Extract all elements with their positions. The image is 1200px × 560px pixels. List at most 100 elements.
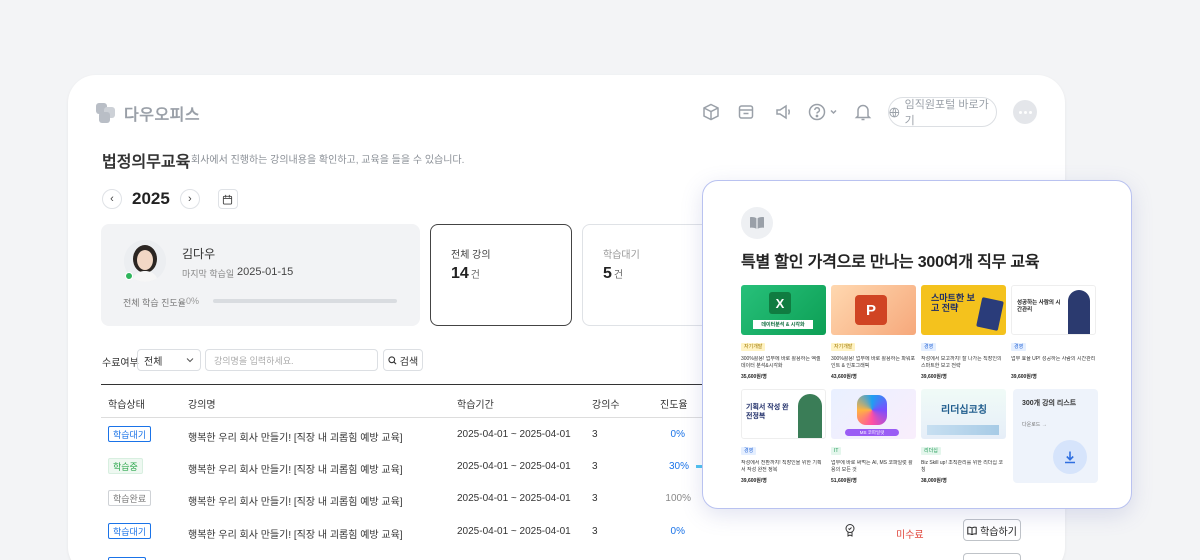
stat-total-card[interactable]: 전체 강의 14 건	[430, 224, 572, 326]
course-price: 39,600원/명	[1011, 374, 1037, 380]
course-title: 작성에서 보고까지! 잘 나가는 직장인의 스마트한 보고 전략	[921, 356, 1002, 369]
page-title: 법정의무교육	[102, 154, 191, 171]
course-search-input[interactable]: 강의명을 입력하세요.	[205, 349, 378, 371]
cube-icon[interactable]	[700, 101, 722, 123]
course-title: 업무에 바로 써먹는 AI, MS 코파일럿 활용의 모든 것	[831, 460, 913, 473]
course-thumbnail: 리더십코칭	[921, 389, 1006, 439]
course-progress: 0%	[670, 526, 685, 537]
logo-text: 다우오피스	[124, 107, 201, 124]
stat-waiting-card[interactable]: 학습대기 5건	[582, 224, 712, 326]
table-row[interactable]	[101, 550, 1021, 560]
col-title: 강의명	[188, 400, 216, 411]
more-menu-button[interactable]	[1013, 100, 1037, 124]
certificate-icon[interactable]	[844, 523, 856, 537]
filter-label: 수료여부	[102, 358, 139, 369]
next-year-button[interactable]: ›	[179, 189, 200, 209]
course-tag: 자기개발	[741, 343, 766, 351]
megaphone-icon[interactable]	[772, 101, 794, 123]
stat-value: 5건	[603, 265, 624, 282]
course-card[interactable]: P 자기개발 300%활용! 업무에 바로 활용하는 파워포인트 & 인포그래픽…	[831, 285, 916, 380]
course-title: 업무 효율 UP! 성공하는 사람의 시간관리	[1011, 356, 1096, 362]
download-link[interactable]: 다운로드 →	[1022, 421, 1047, 428]
course-price: 43,600원/명	[831, 374, 857, 380]
year-label: 2025	[132, 189, 170, 208]
course-price: 51,600원/명	[831, 478, 857, 484]
bell-icon[interactable]	[852, 101, 874, 123]
course-thumbnail: X 데이터분석 & 시각화	[741, 285, 826, 335]
course-count: 3	[592, 526, 598, 537]
thumb-caption: 스마트한 보고 전략	[931, 293, 975, 313]
start-learning-label: 학습하기	[980, 526, 1017, 538]
thumb-caption: MS 코파일럿	[845, 429, 899, 436]
prev-year-button[interactable]: ‹	[102, 189, 122, 209]
status-badge: 학습완료	[108, 490, 152, 506]
course-card[interactable]: 스마트한 보고 전략 경영 작성에서 보고까지! 잘 나가는 직장인의 스마트한…	[921, 285, 1006, 380]
course-thumbnail: P	[831, 285, 916, 335]
portal-button-label: 임직원포털 바로가기	[904, 99, 989, 127]
course-period: 2025-04-01 ~ 2025-04-01	[457, 461, 571, 472]
course-title: 300%활용! 업무에 바로 활용하는 엑셀 데이터 분석&시각화	[741, 356, 821, 369]
search-button-label: 검색	[399, 356, 419, 368]
last-study-label: 마지막 학습일	[182, 269, 235, 279]
course-price: 39,600원/명	[741, 478, 767, 484]
col-period: 학습기간	[457, 400, 494, 411]
help-icon[interactable]	[808, 101, 838, 123]
progress-bar	[213, 299, 397, 303]
start-learning-button[interactable]	[963, 553, 1021, 560]
stat-label: 학습대기	[603, 250, 640, 261]
course-card[interactable]: MS 코파일럿 IT 업무에 바로 써먹는 AI, MS 코파일럿 활용의 모든…	[831, 389, 916, 484]
download-icon[interactable]	[1053, 440, 1087, 474]
store-icon[interactable]	[735, 101, 757, 123]
powerpoint-icon: P	[855, 295, 887, 325]
course-tag: 리더십	[921, 447, 941, 455]
course-card[interactable]: X 데이터분석 & 시각화 자기개발 300%활용! 업무에 바로 활용하는 엑…	[741, 285, 826, 380]
course-card[interactable]: 기획서 작성 완전정복 경영 작성에서 전환까지! 직장인을 위한 기획서 작성…	[741, 389, 826, 484]
course-list-download-card[interactable]: 300개 강의 리스트 다운로드 →	[1013, 389, 1098, 483]
course-period: 2025-04-01 ~ 2025-04-01	[457, 493, 571, 504]
course-tag: 자기개발	[831, 343, 856, 351]
col-progress: 진도율	[660, 400, 688, 411]
start-learning-button[interactable]: 학습하기	[963, 519, 1021, 541]
completion-status: 미수료	[896, 530, 924, 541]
course-list-title: 300개 강의 리스트	[1022, 400, 1077, 407]
course-title: 행복한 우리 회사 만들기! [직장 내 괴롭힘 예방 교육]	[188, 433, 403, 444]
thumb-caption: 리더십코칭	[941, 405, 987, 416]
course-title: 행복한 우리 회사 만들기! [직장 내 괴롭힘 예방 교육]	[188, 497, 403, 508]
progress-label: 전체 학습 진도율	[123, 298, 186, 308]
course-count: 3	[592, 493, 598, 504]
thumb-caption: 성공하는 사람의 시간관리	[1017, 300, 1061, 313]
course-card[interactable]: 성공하는 사람의 시간관리 경영 업무 효율 UP! 성공하는 사람의 시간관리…	[1011, 285, 1096, 380]
instructor-photo	[798, 394, 822, 438]
portal-button[interactable]: 임직원포털 바로가기	[888, 97, 997, 127]
course-price: 35,600원/명	[741, 374, 767, 380]
course-progress: 0%	[670, 429, 685, 440]
completion-filter-select[interactable]: 전체	[137, 349, 201, 371]
notebook-illustration	[976, 297, 1004, 331]
book-icon	[967, 526, 977, 535]
course-title: 작성에서 전환까지! 직장인을 위한 기획서 작성 완전 정복	[741, 460, 822, 473]
course-thumbnail: 기획서 작성 완전정복	[741, 389, 826, 439]
calendar-icon[interactable]	[217, 189, 238, 209]
search-icon	[388, 355, 397, 364]
course-card[interactable]: 리더십코칭 리더십 Biz Skill up! 조직관리를 위한 리더십 코칭 …	[921, 389, 1006, 484]
course-tag: 경영	[1011, 343, 1027, 351]
status-badge: 학습대기	[108, 523, 152, 539]
search-button[interactable]: 검색	[383, 349, 423, 371]
course-thumbnail: 스마트한 보고 전략	[921, 285, 1006, 335]
last-study-date: 2025-01-15	[237, 266, 294, 278]
table-row[interactable]: 학습대기 행복한 우리 회사 만들기! [직장 내 괴롭힘 예방 교육] 202…	[101, 515, 1021, 547]
col-count: 강의수	[592, 400, 620, 411]
course-progress: 30%	[668, 461, 689, 472]
col-status: 학습상태	[108, 400, 145, 411]
course-title: 행복한 우리 회사 만들기! [직장 내 괴롭힘 예방 교육]	[188, 465, 403, 476]
progress-value: 0%	[186, 296, 200, 306]
promo-title: 특별 할인 가격으로 만나는 300여개 직무 교육	[741, 254, 1040, 271]
course-title: 300%활용! 업무에 바로 활용하는 파워포인트 & 인포그래픽	[831, 356, 916, 369]
chevron-down-icon	[186, 358, 194, 363]
promo-card: 특별 할인 가격으로 만나는 300여개 직무 교육 X 데이터분석 & 시각화…	[702, 180, 1132, 509]
course-price: 39,600원/명	[921, 374, 947, 380]
select-value: 전체	[144, 356, 163, 368]
logo[interactable]: 다우오피스	[96, 101, 200, 125]
course-progress: 100%	[665, 493, 691, 504]
course-count: 3	[592, 429, 598, 440]
